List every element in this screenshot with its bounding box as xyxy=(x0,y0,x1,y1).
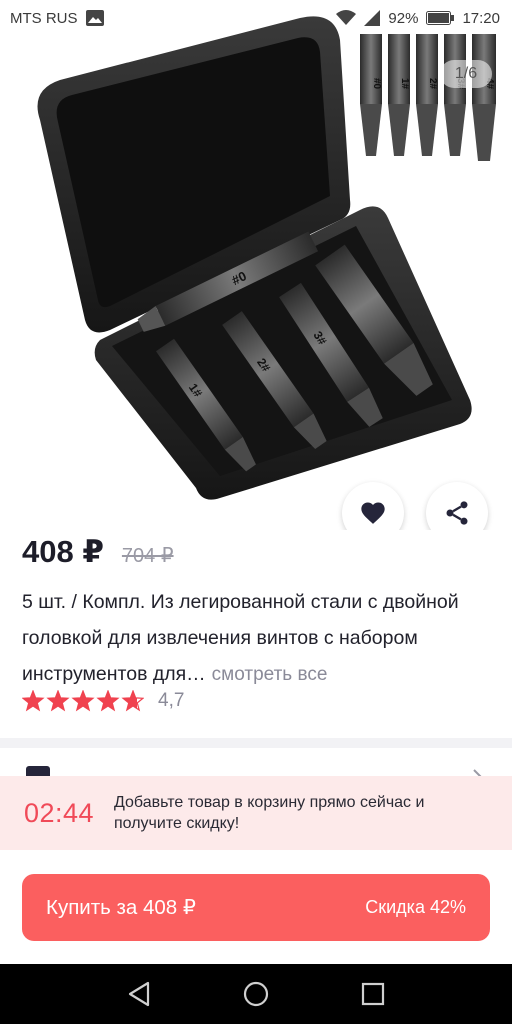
rating-value: 4,7 xyxy=(158,690,185,711)
nav-back-button[interactable] xyxy=(119,974,159,1014)
rating-stars xyxy=(22,690,144,712)
share-icon xyxy=(446,501,468,525)
circle-home-icon xyxy=(243,981,269,1007)
promo-text: Добавьте товар в корзину прямо сейчас и … xyxy=(114,794,425,832)
carrier-label: MTS RUS xyxy=(10,9,78,27)
product-title[interactable]: 5 шт. / Компл. Из легированной стали с д… xyxy=(22,584,492,693)
current-price: 408 ₽ xyxy=(22,534,104,569)
nav-home-button[interactable] xyxy=(236,974,276,1014)
clock: 17:20 xyxy=(462,9,500,27)
buy-button[interactable]: Купить за 408 ₽ Скидка 42% xyxy=(22,874,490,941)
section-divider xyxy=(0,738,512,748)
buy-button-label: Купить за 408 ₽ xyxy=(46,896,196,919)
triangle-back-icon xyxy=(128,981,149,1007)
rating-row[interactable]: 4,7 xyxy=(22,690,184,712)
thumb-label-0: #0 xyxy=(371,78,382,90)
wifi-icon xyxy=(336,10,357,25)
countdown-timer: 02:44 xyxy=(24,797,95,828)
star-icon xyxy=(121,690,144,712)
system-navigation-bar xyxy=(0,964,512,1024)
buy-bar: Купить за 408 ₽ Скидка 42% xyxy=(0,850,512,964)
status-bar: MTS RUS 92% 17:20 xyxy=(0,0,512,36)
battery-icon xyxy=(426,11,455,25)
thumb-label-1: 1# xyxy=(399,78,410,90)
heart-icon xyxy=(361,502,385,524)
price-row: 408 ₽ 704 ₽ xyxy=(22,534,174,570)
buy-button-discount: Скидка 42% xyxy=(365,897,466,917)
star-icon xyxy=(71,690,95,712)
nav-recent-button[interactable] xyxy=(353,974,393,1014)
discount-timer-banner: 02:44 Добавьте товар в корзину прямо сей… xyxy=(0,776,512,850)
old-price: 704 ₽ xyxy=(121,545,174,567)
product-image-gallery[interactable]: #0 1# 2# 3# #0 1# 2# 4# 1/6 xyxy=(0,0,512,530)
battery-percent: 92% xyxy=(388,9,419,27)
product-screen: #0 1# 2# 3# #0 1# 2# 4# 1/6 MTS RUS 92% … xyxy=(0,0,512,1024)
thumbnail-preview[interactable]: #0 1# 2# 3# 4# xyxy=(352,16,500,166)
see-all-link[interactable]: смотреть все xyxy=(212,664,328,685)
gallery-notification-icon xyxy=(85,10,104,26)
star-icon xyxy=(22,690,45,712)
image-counter: 1/6 xyxy=(440,60,492,88)
star-icon xyxy=(96,690,120,712)
signal-icon xyxy=(364,10,381,26)
arrow-left-icon xyxy=(30,66,50,86)
square-recent-icon xyxy=(362,982,385,1006)
star-icon xyxy=(46,690,70,712)
thumb-label-2: 2# xyxy=(427,78,438,90)
back-button[interactable] xyxy=(22,58,58,94)
